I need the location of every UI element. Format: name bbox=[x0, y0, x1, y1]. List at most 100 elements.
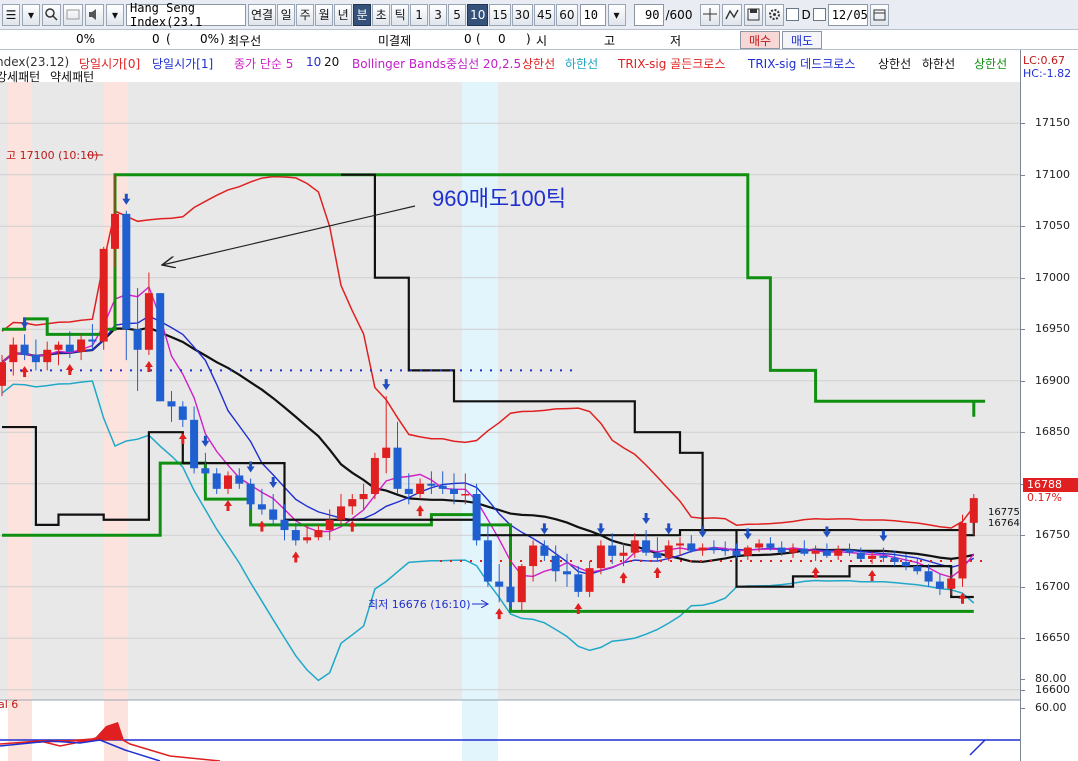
price-axis[interactable]: LC:0.67 HC:-1.82 16600 16650 16700 16750 168… bbox=[1020, 50, 1078, 761]
candle-body bbox=[732, 550, 741, 556]
market-open-label: 시 bbox=[536, 34, 548, 48]
candle-body bbox=[642, 540, 651, 553]
date-checkbox[interactable] bbox=[812, 8, 826, 21]
legend-trix-dead[interactable]: TRIX-sig 데드크로스 bbox=[748, 55, 855, 72]
candle-body bbox=[325, 519, 334, 531]
save-button[interactable] bbox=[744, 3, 764, 26]
hc-value: HC:-1.82 bbox=[1023, 67, 1072, 80]
candle-body bbox=[382, 447, 391, 458]
candle-body bbox=[337, 506, 345, 520]
legend-trix-golden[interactable]: TRIX-sig 골든크로스 bbox=[618, 55, 725, 72]
period-button-13[interactable]: 30 bbox=[511, 3, 533, 26]
gear-icon bbox=[769, 9, 781, 20]
chart-type-button[interactable] bbox=[63, 3, 83, 26]
period-button-12[interactable]: 15 bbox=[489, 3, 511, 26]
menu-icon: ☰ bbox=[5, 7, 17, 22]
legend-bb-lower[interactable]: 하한선 bbox=[565, 55, 598, 72]
search-button[interactable] bbox=[42, 3, 61, 26]
candle-body bbox=[958, 522, 967, 579]
candle-body bbox=[483, 540, 492, 582]
period-button-9[interactable]: 3 bbox=[429, 3, 448, 26]
period-button-3[interactable]: 월 bbox=[315, 3, 334, 26]
candle-body bbox=[246, 483, 255, 505]
legend-bull-pattern[interactable]: 강세패턴 bbox=[0, 68, 40, 85]
axis-tick bbox=[1021, 535, 1025, 537]
legend-ma5[interactable]: 종가 단순 5 bbox=[234, 55, 293, 72]
candle-body bbox=[506, 586, 515, 603]
sound-button[interactable] bbox=[85, 3, 104, 26]
axis-tick bbox=[1021, 638, 1025, 640]
menu-button[interactable]: ☰ bbox=[2, 3, 20, 26]
period-button-14[interactable]: 45 bbox=[533, 3, 556, 26]
candle-body bbox=[653, 552, 662, 558]
legend-channel-lower[interactable]: 하한선 bbox=[922, 55, 955, 72]
candle-body bbox=[902, 561, 910, 567]
legend-bollinger[interactable]: Bollinger Bands중심선 20,2.5 bbox=[352, 55, 521, 72]
candle-body bbox=[43, 349, 52, 363]
last-value-label: 16764 bbox=[988, 518, 1020, 529]
line-tool-button[interactable] bbox=[722, 3, 743, 26]
dropdown-button[interactable]: ▾ bbox=[22, 3, 40, 26]
legend-bb-upper[interactable]: 상한선 bbox=[522, 55, 555, 72]
sell-button[interactable]: 매도 bbox=[782, 31, 822, 49]
price-chart[interactable]: 960매도100틱 고 17100 (10:10) 최저 16676 (16:1… bbox=[0, 50, 1020, 761]
period-button-7[interactable]: 틱 bbox=[391, 3, 410, 26]
candle-body bbox=[698, 547, 707, 551]
legend-ma20[interactable]: 20 bbox=[324, 55, 339, 69]
candle-body bbox=[0, 362, 6, 386]
legend-bear-pattern[interactable]: 약세패턴 bbox=[50, 68, 94, 85]
legend-symbol: ndex(23.12) bbox=[0, 55, 70, 69]
calendar-button[interactable] bbox=[869, 3, 889, 26]
legend-channel-upper[interactable]: 상한선 bbox=[878, 55, 911, 72]
crosshair-button[interactable] bbox=[700, 3, 721, 26]
legend-green-upper[interactable]: 상한선 bbox=[974, 55, 1007, 72]
settings-button[interactable] bbox=[765, 3, 785, 26]
candle-body bbox=[868, 555, 877, 559]
period-button-0[interactable]: 연결 bbox=[248, 3, 277, 26]
sub-axis-tick bbox=[1021, 679, 1025, 680]
chevron-down-icon: ▾ bbox=[111, 7, 119, 22]
legend-ma10[interactable]: 10 bbox=[306, 55, 321, 69]
period-button-8[interactable]: 1 bbox=[410, 3, 429, 26]
axis-tick bbox=[1021, 586, 1025, 588]
candle-body bbox=[31, 354, 40, 363]
period-button-4[interactable]: 년 bbox=[334, 3, 353, 26]
period-dropdown[interactable]: ▾ bbox=[607, 3, 626, 26]
axis-tick bbox=[1021, 123, 1025, 125]
candle-body bbox=[777, 547, 786, 553]
period-button-10[interactable]: 5 bbox=[448, 3, 467, 26]
candle-body bbox=[461, 494, 470, 496]
candle-body bbox=[755, 543, 764, 548]
candle-body bbox=[280, 519, 289, 531]
d-checkbox[interactable] bbox=[786, 8, 800, 21]
candle-body bbox=[438, 485, 447, 489]
period-button-5[interactable]: 분 bbox=[353, 3, 372, 26]
legend-open-1[interactable]: 당일시가[1] bbox=[152, 55, 213, 72]
symbol-input[interactable]: Hang Seng Index(23.1 bbox=[126, 1, 246, 29]
candle-body bbox=[88, 339, 97, 342]
candle-body bbox=[563, 571, 571, 575]
volume-qty: 0 bbox=[152, 32, 160, 46]
toggle-button[interactable]: ▾ bbox=[106, 3, 124, 26]
sub-axis-label: 80.00 bbox=[1035, 672, 1067, 685]
candle-body bbox=[54, 344, 63, 350]
period-button-2[interactable]: 주 bbox=[296, 3, 315, 26]
session-highlight bbox=[8, 82, 32, 761]
period-button-11[interactable]: 10 bbox=[467, 3, 489, 26]
candle-body bbox=[856, 552, 865, 559]
candle-body bbox=[721, 549, 730, 552]
period-button-1[interactable]: 일 bbox=[277, 3, 296, 26]
candle-body bbox=[596, 545, 605, 569]
candle-body bbox=[630, 540, 639, 553]
count-input[interactable]: 90 bbox=[633, 3, 664, 26]
period-button-15[interactable]: 60 bbox=[556, 3, 578, 26]
period-button-6[interactable]: 초 bbox=[372, 3, 391, 26]
date-input[interactable]: 12/05 bbox=[827, 3, 868, 26]
candle-body bbox=[969, 498, 978, 523]
period-select[interactable]: 10 bbox=[579, 3, 606, 26]
candle-body bbox=[393, 447, 402, 489]
candle-body bbox=[913, 566, 922, 572]
market-low-label: 저 bbox=[670, 34, 682, 48]
buy-button[interactable]: 매수 bbox=[740, 31, 780, 49]
candle-body bbox=[585, 568, 594, 592]
